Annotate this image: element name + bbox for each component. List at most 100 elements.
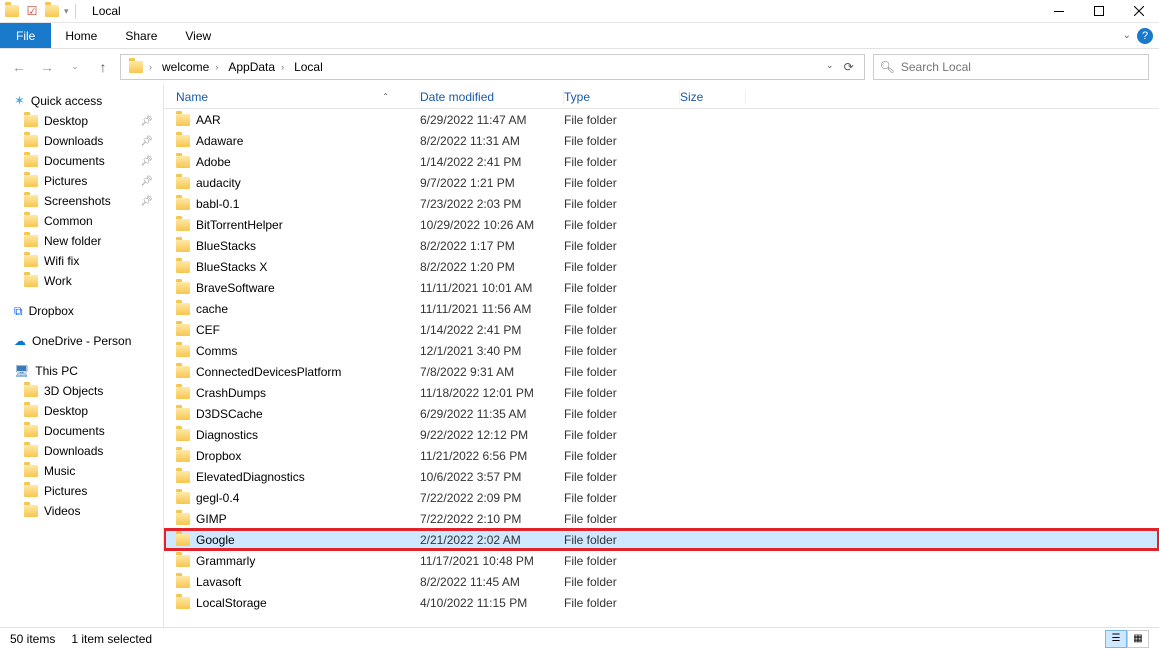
qat-chevron-icon[interactable]: ▾ xyxy=(64,6,69,17)
address-bar[interactable]: › welcome› AppData› Local ⌄ ⟳ xyxy=(120,54,865,80)
folder-icon xyxy=(24,405,38,417)
folder-icon xyxy=(176,114,190,126)
sidebar-item[interactable]: Screenshots📌︎ xyxy=(0,191,163,211)
onedrive-root[interactable]: ☁OneDrive - Person xyxy=(0,331,163,351)
view-tab[interactable]: View xyxy=(171,23,225,48)
ribbon-expand-icon[interactable]: ⌄ xyxy=(1123,30,1131,41)
table-row[interactable]: Diagnostics9/22/2022 12:12 PMFile folder xyxy=(164,424,1159,445)
search-input[interactable] xyxy=(901,60,1142,74)
folder-icon xyxy=(24,505,38,517)
col-name[interactable]: Name xyxy=(176,90,208,104)
sidebar-item[interactable]: Pictures xyxy=(0,481,163,501)
breadcrumb-seg[interactable]: AppData xyxy=(228,60,275,74)
addr-history-icon[interactable]: ⌄ xyxy=(826,60,834,74)
table-row[interactable]: LocalStorage4/10/2022 11:15 PMFile folde… xyxy=(164,592,1159,613)
qa-dropdown-icon[interactable] xyxy=(44,3,60,19)
table-row[interactable]: BlueStacks8/2/2022 1:17 PMFile folder xyxy=(164,235,1159,256)
sidebar-item[interactable]: Wifi fix xyxy=(0,251,163,271)
window-title: Local xyxy=(92,4,121,18)
sidebar-item[interactable]: New folder xyxy=(0,231,163,251)
star-icon: ✶ xyxy=(14,93,25,109)
table-row[interactable]: Google2/21/2022 2:02 AMFile folder xyxy=(164,529,1159,550)
sidebar-item[interactable]: Common xyxy=(0,211,163,231)
folder-icon xyxy=(176,597,190,609)
folder-icon xyxy=(176,534,190,546)
sidebar-item[interactable]: Downloads📌︎ xyxy=(0,131,163,151)
sidebar-item[interactable]: Videos xyxy=(0,501,163,521)
table-row[interactable]: babl-0.17/23/2022 2:03 PMFile folder xyxy=(164,193,1159,214)
sidebar-item[interactable]: Desktop📌︎ xyxy=(0,111,163,131)
sidebar-item[interactable]: Downloads xyxy=(0,441,163,461)
folder-icon xyxy=(24,445,38,457)
sidebar-item[interactable]: Documents📌︎ xyxy=(0,151,163,171)
title-bar: ☑ ▾ │ Local xyxy=(0,0,1159,23)
table-row[interactable]: CEF1/14/2022 2:41 PMFile folder xyxy=(164,319,1159,340)
table-row[interactable]: BitTorrentHelper10/29/2022 10:26 AMFile … xyxy=(164,214,1159,235)
qa-save-icon[interactable]: ☑ xyxy=(24,3,40,19)
folder-icon xyxy=(129,61,143,73)
back-button[interactable]: ← xyxy=(10,59,28,75)
search-box[interactable]: 🔍︎ xyxy=(873,54,1149,80)
table-row[interactable]: gegl-0.47/22/2022 2:09 PMFile folder xyxy=(164,487,1159,508)
col-date[interactable]: Date modified xyxy=(420,90,564,104)
sidebar-item[interactable]: Pictures📌︎ xyxy=(0,171,163,191)
col-size[interactable]: Size xyxy=(680,90,746,104)
folder-icon xyxy=(24,255,38,267)
sidebar-item[interactable]: 3D Objects xyxy=(0,381,163,401)
folder-icon xyxy=(176,198,190,210)
table-row[interactable]: BlueStacks X8/2/2022 1:20 PMFile folder xyxy=(164,256,1159,277)
nav-row: ← → ⌄ ↑ › welcome› AppData› Local ⌄ ⟳ 🔍︎ xyxy=(0,49,1159,85)
sidebar-item[interactable]: Work xyxy=(0,271,163,291)
table-row[interactable]: AAR6/29/2022 11:47 AMFile folder xyxy=(164,109,1159,130)
table-row[interactable]: cache11/11/2021 11:56 AMFile folder xyxy=(164,298,1159,319)
column-headers[interactable]: Name⌃ Date modified Type Size xyxy=(164,85,1159,109)
sidebar-item[interactable]: Documents xyxy=(0,421,163,441)
sidebar-item[interactable]: Desktop xyxy=(0,401,163,421)
folder-icon xyxy=(176,387,190,399)
quick-access[interactable]: ✶Quick access xyxy=(0,91,163,111)
home-tab[interactable]: Home xyxy=(51,23,111,48)
folder-icon xyxy=(176,324,190,336)
breadcrumb-seg[interactable]: welcome xyxy=(162,60,209,74)
icons-view-button[interactable]: ▦ xyxy=(1127,630,1149,648)
table-row[interactable]: audacity9/7/2022 1:21 PMFile folder xyxy=(164,172,1159,193)
table-row[interactable]: ConnectedDevicesPlatform7/8/2022 9:31 AM… xyxy=(164,361,1159,382)
folder-icon xyxy=(176,135,190,147)
refresh-icon[interactable]: ⟳ xyxy=(844,60,854,74)
table-row[interactable]: GIMP7/22/2022 2:10 PMFile folder xyxy=(164,508,1159,529)
folder-icon xyxy=(176,177,190,189)
file-list[interactable]: AAR6/29/2022 11:47 AMFile folderAdaware8… xyxy=(164,109,1159,627)
details-view-button[interactable]: ☰ xyxy=(1105,630,1127,648)
sidebar-item[interactable]: Music xyxy=(0,461,163,481)
table-row[interactable]: BraveSoftware11/11/2021 10:01 AMFile fol… xyxy=(164,277,1159,298)
up-button[interactable]: ↑ xyxy=(94,59,112,75)
table-row[interactable]: Dropbox11/21/2022 6:56 PMFile folder xyxy=(164,445,1159,466)
dropbox-root[interactable]: ⧉Dropbox xyxy=(0,301,163,321)
recent-dropdown-icon[interactable]: ⌄ xyxy=(66,61,84,72)
folder-icon xyxy=(176,450,190,462)
table-row[interactable]: Adobe1/14/2022 2:41 PMFile folder xyxy=(164,151,1159,172)
table-row[interactable]: Lavasoft8/2/2022 11:45 AMFile folder xyxy=(164,571,1159,592)
close-button[interactable] xyxy=(1119,0,1159,23)
maximize-button[interactable] xyxy=(1079,0,1119,23)
file-tab[interactable]: File xyxy=(0,23,51,48)
table-row[interactable]: Comms12/1/2021 3:40 PMFile folder xyxy=(164,340,1159,361)
pin-icon: 📌︎ xyxy=(140,196,153,207)
folder-icon xyxy=(176,219,190,231)
table-row[interactable]: Grammarly11/17/2021 10:48 PMFile folder xyxy=(164,550,1159,571)
table-row[interactable]: D3DSCache6/29/2022 11:35 AMFile folder xyxy=(164,403,1159,424)
folder-icon xyxy=(24,465,38,477)
folder-icon xyxy=(176,282,190,294)
help-icon[interactable]: ? xyxy=(1137,28,1153,44)
share-tab[interactable]: Share xyxy=(111,23,171,48)
table-row[interactable]: CrashDumps11/18/2022 12:01 PMFile folder xyxy=(164,382,1159,403)
table-row[interactable]: ElevatedDiagnostics10/6/2022 3:57 PMFile… xyxy=(164,466,1159,487)
breadcrumb-seg[interactable]: Local xyxy=(294,60,323,74)
forward-button[interactable]: → xyxy=(38,59,56,75)
minimize-button[interactable] xyxy=(1039,0,1079,23)
this-pc-root[interactable]: 🖥This PC xyxy=(0,361,163,381)
col-type[interactable]: Type xyxy=(564,90,680,104)
table-row[interactable]: Adaware8/2/2022 11:31 AMFile folder xyxy=(164,130,1159,151)
folder-icon xyxy=(176,492,190,504)
nav-pane[interactable]: ✶Quick access Desktop📌︎Downloads📌︎Docume… xyxy=(0,85,164,627)
